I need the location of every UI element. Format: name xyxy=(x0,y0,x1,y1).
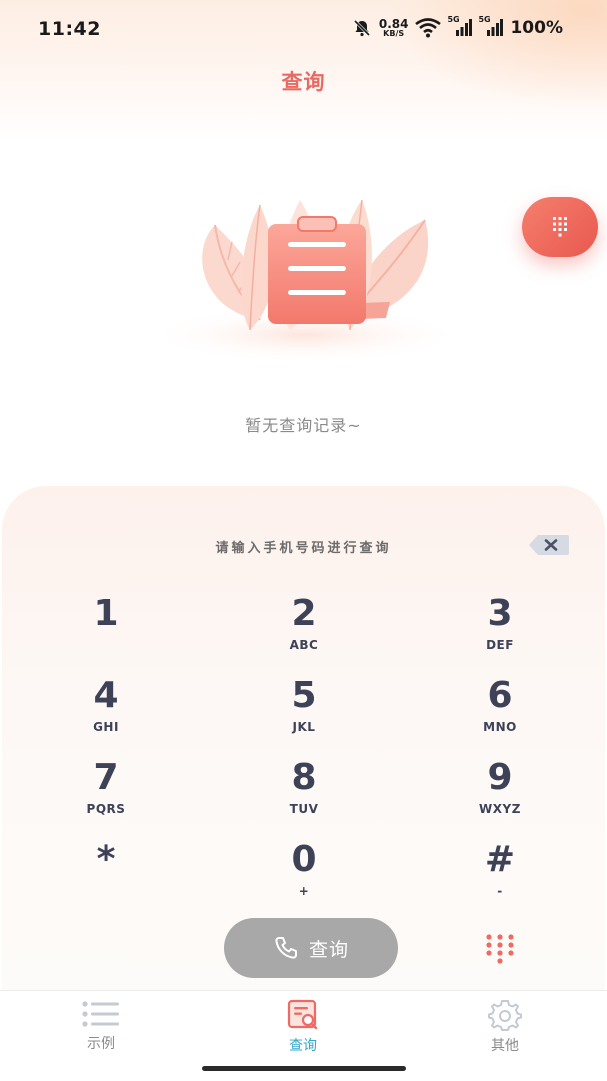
key-letters: TUV xyxy=(289,802,319,816)
empty-clipboard-illustration xyxy=(140,180,470,365)
key-star[interactable]: * xyxy=(46,842,166,912)
wifi-icon xyxy=(415,18,442,38)
key-8[interactable]: 8 TUV xyxy=(244,760,364,830)
key-letters: GHI xyxy=(93,720,119,734)
key-digit: 3 xyxy=(487,593,513,634)
key-digit: 4 xyxy=(93,675,119,716)
query-button[interactable]: 查询 xyxy=(224,918,398,978)
signal-2-label: 5G xyxy=(478,15,491,24)
battery-level: 100% xyxy=(510,18,563,38)
key-digit: 2 xyxy=(291,593,317,634)
tab-label: 示例 xyxy=(87,1036,115,1052)
key-hash[interactable]: # - xyxy=(440,842,560,912)
key-digit: * xyxy=(96,839,116,880)
dialpad-toggle-button[interactable] xyxy=(480,930,520,970)
status-time: 11:42 xyxy=(38,18,101,40)
key-digit: 7 xyxy=(93,757,119,798)
gear-icon xyxy=(488,1000,522,1031)
key-letters: DEF xyxy=(486,638,514,652)
signal-1: 5G xyxy=(447,15,473,38)
key-digit: 6 xyxy=(487,675,513,716)
key-1[interactable]: 1 xyxy=(46,596,166,666)
key-digit: 0 xyxy=(291,839,317,880)
net-speed: 0.84 KB/S xyxy=(379,18,409,38)
dialpad-hint: 请输入手机号码进行查询 xyxy=(215,541,392,556)
key-digit: 5 xyxy=(291,675,317,716)
empty-state-text: 暂无查询记录~ xyxy=(245,416,362,435)
delete-button[interactable] xyxy=(528,534,570,556)
key-digit: # xyxy=(484,839,516,880)
key-5[interactable]: 5 JKL xyxy=(244,678,364,748)
key-2[interactable]: 2 ABC xyxy=(244,596,364,666)
tab-label: 其他 xyxy=(491,1038,519,1054)
dialpad-dots-icon xyxy=(486,934,514,964)
floating-dialpad-button[interactable] xyxy=(522,197,598,257)
dialpad-icon xyxy=(553,217,567,237)
key-0[interactable]: 0 + xyxy=(244,842,364,912)
tab-label: 查询 xyxy=(289,1038,317,1054)
key-7[interactable]: 7 PQRS xyxy=(46,760,166,830)
tab-other[interactable]: 其他 xyxy=(445,999,565,1055)
query-button-label: 查询 xyxy=(308,938,349,961)
key-digit: 1 xyxy=(93,593,119,634)
search-document-icon xyxy=(287,999,318,1030)
key-letters: PQRS xyxy=(86,802,126,816)
bell-muted-icon xyxy=(352,18,372,38)
backspace-icon xyxy=(529,535,569,555)
signal-1-label: 5G xyxy=(447,15,460,24)
tab-query[interactable]: 查询 xyxy=(243,999,363,1055)
list-icon xyxy=(82,1001,119,1027)
status-bar: 11:42 0.84 KB/S 5G 5G 100% xyxy=(0,0,607,60)
key-letters: - xyxy=(497,884,503,898)
key-letters: ABC xyxy=(289,638,319,652)
key-digit: 8 xyxy=(291,757,317,798)
key-letters: WXYZ xyxy=(479,802,521,816)
tab-examples[interactable]: 示例 xyxy=(41,999,161,1053)
signal-2: 5G xyxy=(478,15,504,38)
key-letters: + xyxy=(298,884,310,898)
phone-icon xyxy=(275,937,297,959)
key-6[interactable]: 6 MNO xyxy=(440,678,560,748)
net-speed-unit: KB/S xyxy=(383,29,405,38)
dialpad-panel: 请输入手机号码进行查询 1 2 ABC 3 DEF 4 GHI 5 JKL 6 … xyxy=(2,486,605,992)
status-icons: 0.84 KB/S 5G 5G 100% xyxy=(352,15,563,38)
key-9[interactable]: 9 WXYZ xyxy=(440,760,560,830)
page-title: 查询 xyxy=(281,70,326,94)
home-indicator[interactable] xyxy=(202,1066,406,1071)
key-digit: 9 xyxy=(487,757,513,798)
key-letters: MNO xyxy=(483,720,517,734)
key-4[interactable]: 4 GHI xyxy=(46,678,166,748)
key-letters: JKL xyxy=(292,720,316,734)
key-3[interactable]: 3 DEF xyxy=(440,596,560,666)
